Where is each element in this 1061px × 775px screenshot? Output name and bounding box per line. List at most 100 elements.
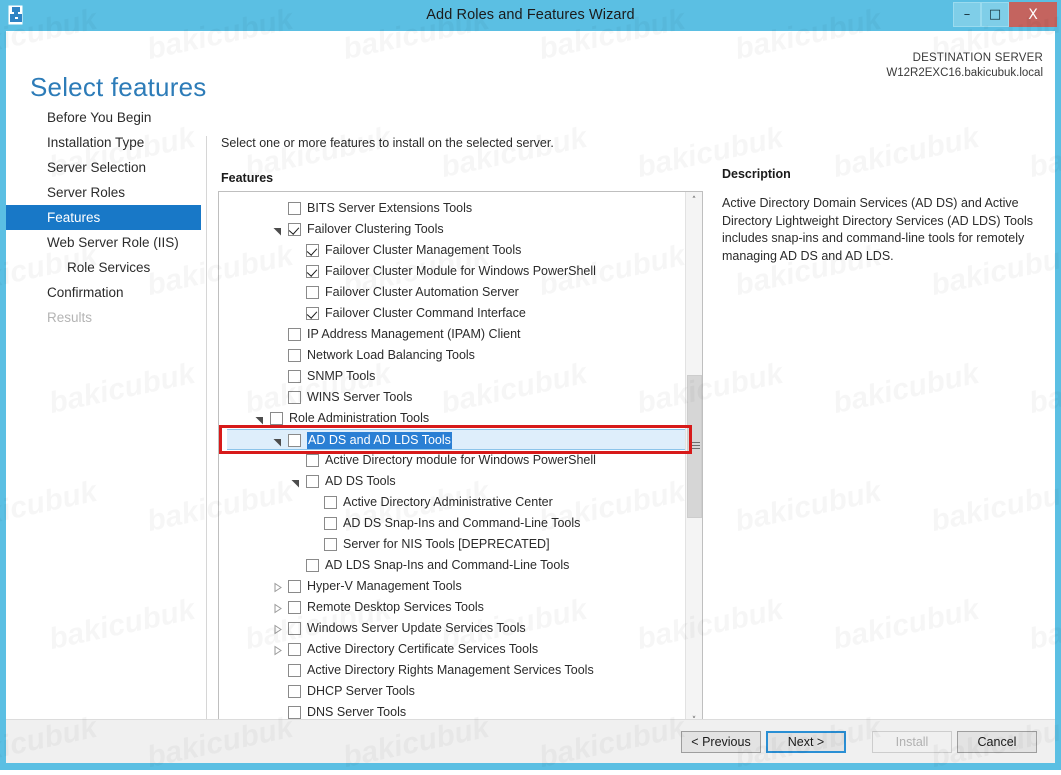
feature-label: Failover Cluster Command Interface — [325, 306, 526, 320]
chevron-right-icon[interactable] — [272, 582, 283, 593]
feature-label: Active Directory module for Windows Powe… — [325, 453, 596, 467]
tree-row[interactable]: WINS Server Tools — [219, 387, 686, 408]
feature-checkbox[interactable] — [288, 434, 301, 447]
features-tree-rows: BITS Server Extensions Tools Failover Clu… — [219, 198, 686, 723]
chevron-down-icon[interactable] — [272, 436, 283, 447]
feature-label: Active Directory Rights Management Servi… — [307, 663, 594, 677]
feature-checkbox[interactable] — [288, 706, 301, 719]
feature-checkbox[interactable] — [288, 601, 301, 614]
tree-row[interactable]: Active Directory Certificate Services To… — [219, 639, 686, 660]
feature-checkbox[interactable] — [288, 580, 301, 593]
footer-bar: < Previous Next > Install Cancel — [6, 720, 1055, 763]
feature-label: Role Administration Tools — [289, 411, 430, 425]
feature-checkbox[interactable] — [306, 286, 319, 299]
tree-row[interactable]: BITS Server Extensions Tools — [219, 198, 686, 219]
tree-row[interactable]: Windows Server Update Services Tools — [219, 618, 686, 639]
scrollbar-thumb[interactable] — [687, 375, 702, 518]
sidebar-item-label: Role Services — [67, 260, 151, 275]
chevron-down-icon[interactable] — [272, 225, 283, 236]
tree-row[interactable]: Failover Clustering Tools — [219, 219, 686, 240]
feature-checkbox[interactable] — [270, 412, 283, 425]
feature-checkbox[interactable] — [288, 370, 301, 383]
tree-row[interactable]: Server for NIS Tools [DEPRECATED] — [219, 534, 686, 555]
feature-label: AD DS Tools — [325, 474, 396, 488]
tree-row[interactable]: DHCP Server Tools — [219, 681, 686, 702]
tree-row[interactable]: Failover Cluster Management Tools — [219, 240, 686, 261]
feature-label: Server for NIS Tools [DEPRECATED] — [343, 537, 550, 551]
feature-label: IP Address Management (IPAM) Client — [307, 327, 521, 341]
feature-checkbox[interactable] — [288, 223, 301, 236]
tree-row[interactable]: Active Directory module for Windows Powe… — [219, 450, 686, 471]
tree-row[interactable]: AD DS Tools — [219, 471, 686, 492]
sidebar-item-server-selection[interactable]: Server Selection — [6, 155, 201, 180]
feature-checkbox[interactable] — [306, 265, 319, 278]
feature-checkbox[interactable] — [306, 307, 319, 320]
previous-button[interactable]: < Previous — [681, 731, 761, 753]
tree-row[interactable]: Remote Desktop Services Tools — [219, 597, 686, 618]
sidebar-item-before-you-begin[interactable]: Before You Begin — [6, 105, 201, 130]
features-section-label: Features — [221, 171, 274, 185]
page-title: Select features — [30, 72, 207, 103]
minimize-button[interactable]: – — [953, 2, 981, 27]
close-button[interactable]: X — [1009, 2, 1057, 27]
feature-label: AD LDS Snap-Ins and Command-Line Tools — [325, 558, 570, 572]
feature-label: Remote Desktop Services Tools — [307, 600, 484, 614]
sidebar-item-label: Installation Type — [47, 135, 145, 150]
sidebar-item-confirmation[interactable]: Confirmation — [6, 280, 201, 305]
tree-row[interactable]: IP Address Management (IPAM) Client — [219, 324, 686, 345]
feature-checkbox[interactable] — [288, 349, 301, 362]
feature-checkbox[interactable] — [324, 517, 337, 530]
tree-row[interactable]: AD DS Snap-Ins and Command-Line Tools — [219, 513, 686, 534]
tree-row[interactable]: Role Administration Tools — [219, 408, 686, 429]
sidebar-item-features[interactable]: Features — [6, 205, 201, 230]
tree-row[interactable]: Active Directory Rights Management Servi… — [219, 660, 686, 681]
tree-row[interactable]: AD LDS Snap-Ins and Command-Line Tools — [219, 555, 686, 576]
cancel-button[interactable]: Cancel — [957, 731, 1037, 753]
feature-label: Failover Cluster Management Tools — [325, 243, 522, 257]
sidebar-item-installation-type[interactable]: Installation Type — [6, 130, 201, 155]
features-tree-scrollbar[interactable]: ˄ ˅ — [685, 192, 702, 729]
tree-row[interactable]: Network Load Balancing Tools — [219, 345, 686, 366]
feature-checkbox[interactable] — [288, 622, 301, 635]
chevron-right-icon[interactable] — [272, 624, 283, 635]
sidebar-item-server-roles[interactable]: Server Roles — [6, 180, 201, 205]
tree-row[interactable]: Failover Cluster Command Interface — [219, 303, 686, 324]
chevron-right-icon[interactable] — [272, 645, 283, 656]
chevron-down-icon[interactable] — [290, 477, 301, 488]
feature-checkbox[interactable] — [306, 244, 319, 257]
tree-row[interactable]: Hyper-V Management Tools — [219, 576, 686, 597]
feature-checkbox[interactable] — [288, 328, 301, 341]
feature-label: WINS Server Tools — [307, 390, 413, 404]
feature-label: DHCP Server Tools — [307, 684, 415, 698]
chevron-right-icon[interactable] — [272, 603, 283, 614]
feature-checkbox[interactable] — [306, 454, 319, 467]
feature-checkbox[interactable] — [288, 685, 301, 698]
feature-checkbox[interactable] — [324, 496, 337, 509]
feature-checkbox[interactable] — [324, 538, 337, 551]
feature-checkbox[interactable] — [288, 664, 301, 677]
feature-label: Failover Cluster Automation Server — [325, 285, 519, 299]
destination-server-name: W12R2EXC16.bakicubuk.local — [886, 67, 1043, 79]
scroll-up-icon[interactable]: ˄ — [686, 192, 702, 209]
feature-checkbox[interactable] — [288, 202, 301, 215]
sidebar-item-results: Results — [6, 305, 201, 330]
sidebar-item-web-server-role-iis[interactable]: Web Server Role (IIS) — [6, 230, 201, 255]
features-tree[interactable]: BITS Server Extensions Tools Failover Clu… — [218, 191, 703, 730]
feature-checkbox[interactable] — [288, 643, 301, 656]
feature-checkbox[interactable] — [306, 475, 319, 488]
chevron-down-icon[interactable] — [254, 414, 265, 425]
feature-label: Failover Cluster Module for Windows Powe… — [325, 264, 596, 278]
maximize-button[interactable]: □ — [981, 2, 1009, 27]
feature-checkbox[interactable] — [288, 391, 301, 404]
tree-row[interactable]: SNMP Tools — [219, 366, 686, 387]
next-button[interactable]: Next > — [766, 731, 846, 753]
tree-row-selected[interactable]: AD DS and AD LDS Tools — [227, 429, 686, 450]
tree-row[interactable]: Active Directory Administrative Center — [219, 492, 686, 513]
tree-row[interactable]: Failover Cluster Module for Windows Powe… — [219, 261, 686, 282]
tree-row[interactable]: Failover Cluster Automation Server — [219, 282, 686, 303]
feature-checkbox[interactable] — [306, 559, 319, 572]
window-title: Add Roles and Features Wizard — [426, 7, 635, 23]
description-panel: Description Active Directory Domain Serv… — [722, 167, 1042, 265]
sidebar-item-role-services[interactable]: Role Services — [6, 255, 201, 280]
sidebar-item-label: Before You Begin — [47, 110, 152, 125]
